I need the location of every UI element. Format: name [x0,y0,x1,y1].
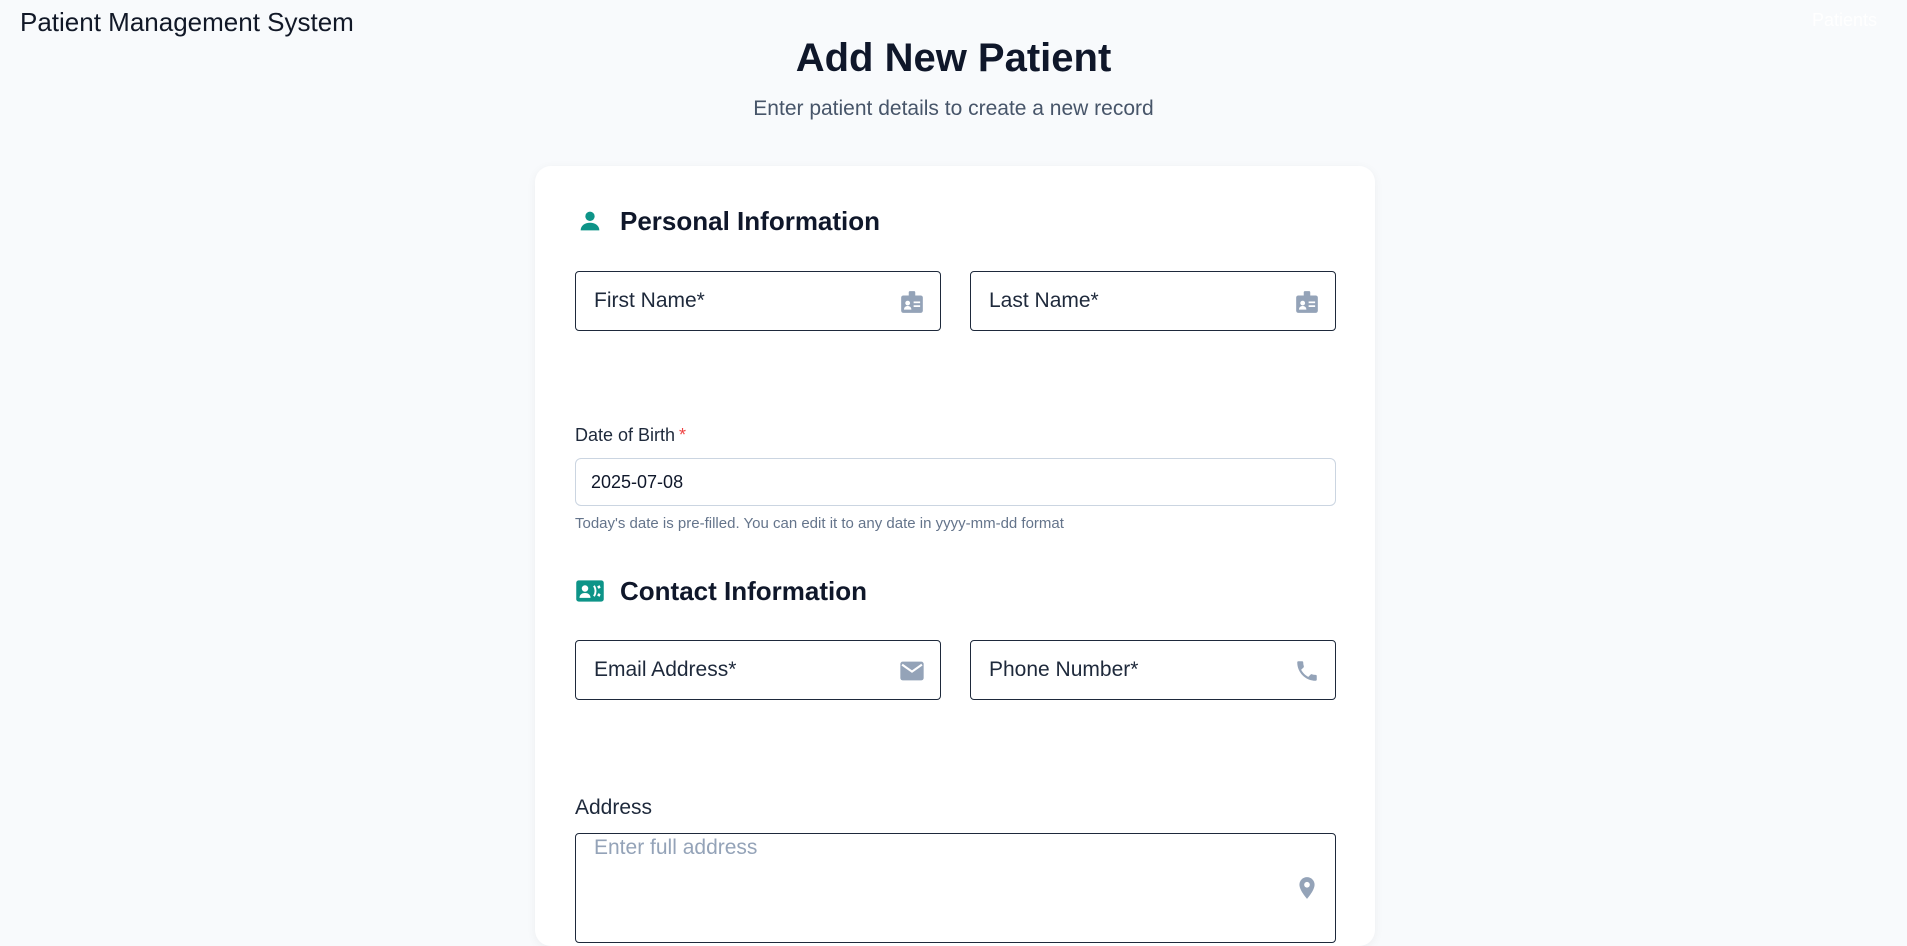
app-title: Patient Management System [20,7,354,37]
dob-hint: Today's date is pre-filled. You can edit… [575,515,1064,532]
personal-info-heading: Personal Information [575,204,880,238]
location-pin-icon [1293,874,1321,902]
last-name-field[interactable]: Last Name* [970,271,1336,331]
mail-icon [898,657,926,685]
contact-card-icon [575,576,605,606]
badge-icon [898,288,926,316]
phone-field[interactable]: Phone Number* [970,640,1336,700]
phone-icon [1293,657,1321,685]
contact-info-title: Contact Information [620,575,867,606]
page-title: Add New Patient [795,36,1112,80]
email-field[interactable]: Email Address* [575,640,941,700]
email-label: Email Address* [594,658,737,681]
address-field[interactable] [575,833,1336,943]
patient-form-card: Personal Information First Name* Last Na… [535,166,1375,946]
dob-label-text: Date of Birth [575,425,676,445]
personal-info-title: Personal Information [620,205,881,236]
address-textarea[interactable] [576,834,1335,942]
last-name-label: Last Name* [989,289,1099,312]
first-name-field[interactable]: First Name* [575,271,941,331]
first-name-label: First Name* [594,289,705,312]
nav-patients-link[interactable]: Patients [1812,10,1877,31]
person-icon [575,206,605,236]
dob-label: Date of Birth * [575,425,686,446]
dob-required-mark: * [679,425,687,445]
dob-input[interactable] [575,458,1336,506]
address-label: Address [575,796,653,819]
badge-icon [1293,288,1321,316]
contact-info-heading: Contact Information [575,574,867,608]
phone-label: Phone Number* [989,658,1139,681]
page-subtitle: Enter patient details to create a new re… [753,97,1154,120]
